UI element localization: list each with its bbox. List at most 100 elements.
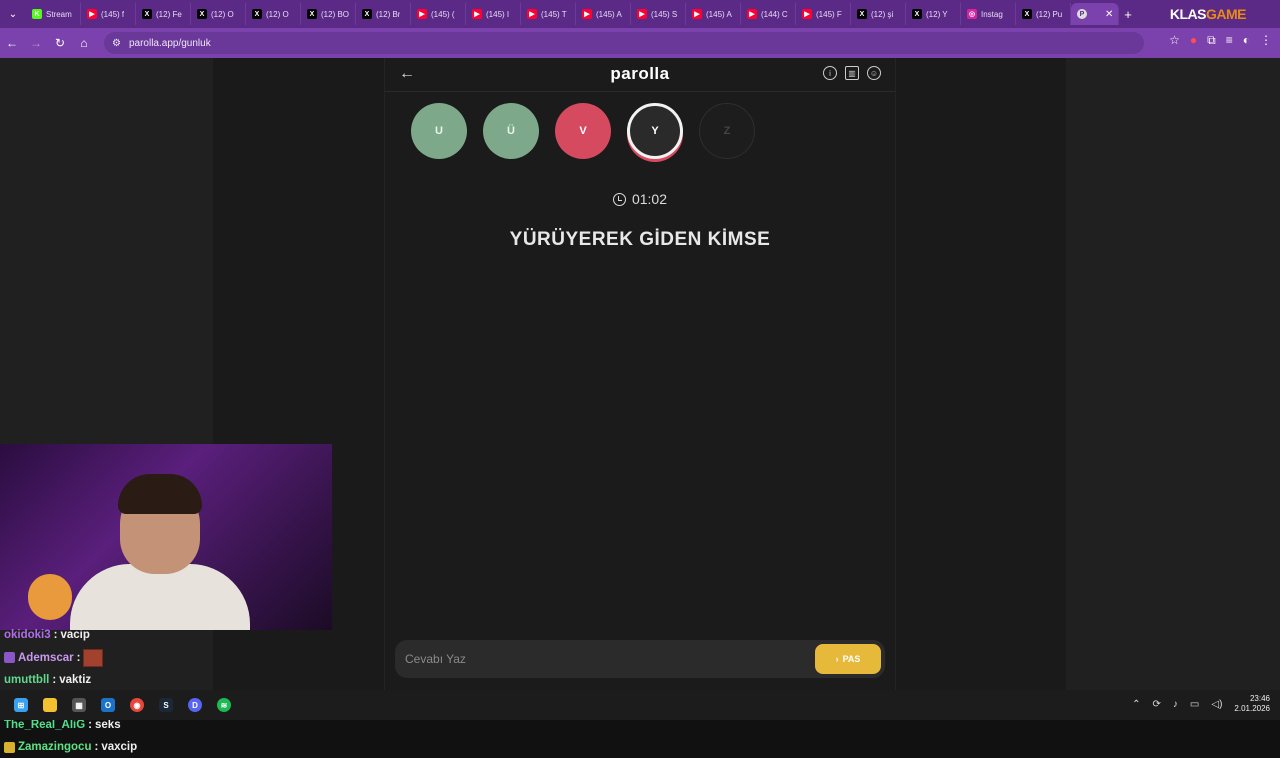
- clock-time: 23:46: [1249, 694, 1270, 703]
- tray-overflow-icon[interactable]: ⌃: [1132, 699, 1140, 710]
- letter-correct: U: [411, 103, 467, 159]
- browser-tab[interactable]: ▶ (145) F: [796, 3, 851, 25]
- answer-input[interactable]: [405, 649, 785, 669]
- extension-icon[interactable]: ●: [1190, 33, 1197, 48]
- browser-tab[interactable]: ▶ (145) f: [81, 3, 136, 25]
- tab-favicon-icon: X: [1022, 9, 1032, 19]
- clock-icon: [612, 192, 626, 206]
- tab-favicon-icon: X: [197, 9, 207, 19]
- extensions-puzzle-icon[interactable]: ⧉: [1207, 33, 1216, 48]
- browser-tab[interactable]: ▶ (145) T: [521, 3, 576, 25]
- new-tab-button[interactable]: +: [1119, 7, 1137, 22]
- browser-tab-strip: ⌄ K Stream ▶ (145) f X (12) Fe X (12) O X (12) OX…: [0, 0, 1280, 28]
- browser-tab[interactable]: ▶ (145) I: [466, 3, 521, 25]
- sync-icon[interactable]: ⟳: [1153, 699, 1161, 710]
- file-explorer-icon[interactable]: [43, 698, 57, 712]
- chat-emote-icon: [83, 648, 104, 667]
- question-text: YÜRÜYEREK GİDEN KİMSE: [509, 229, 771, 250]
- back-icon[interactable]: ←: [0, 36, 24, 50]
- chat-username: Ademscar: [18, 651, 74, 664]
- site-info-icon[interactable]: ⚙: [112, 38, 121, 49]
- browser-tab[interactable]: X (12) O: [246, 3, 301, 25]
- letter-wrong: V: [555, 103, 611, 159]
- reload-icon[interactable]: ↻: [48, 36, 72, 50]
- browser-toolbar: ← → ↻ ⌂ ⚙ parolla.app/gunluk ☆ ● ⧉ ≡ ◐ ⋮: [0, 28, 1280, 58]
- browser-tab[interactable]: K Stream: [26, 3, 81, 25]
- browser-tab[interactable]: X (12) Fe: [136, 3, 191, 25]
- tab-favicon-icon: ▶: [747, 9, 757, 19]
- pass-button[interactable]: › PAS: [815, 644, 881, 674]
- steam-icon[interactable]: S: [159, 698, 173, 712]
- chat-message: umuttbll : vaktiz: [0, 669, 213, 691]
- browser-tab[interactable]: ▶ (145) S: [631, 3, 686, 25]
- answer-bar: › PAS: [395, 640, 885, 678]
- chrome-icon[interactable]: ◉: [130, 698, 144, 712]
- spotify-icon[interactable]: ≋: [217, 698, 231, 712]
- discord-icon[interactable]: D: [188, 698, 202, 712]
- chat-separator: :: [94, 741, 99, 754]
- outlook-icon[interactable]: O: [101, 698, 115, 712]
- letter-wheel: UÜVYZ: [411, 103, 755, 159]
- browser-tab[interactable]: X (12) şi: [851, 3, 906, 25]
- address-bar[interactable]: ⚙ parolla.app/gunluk: [104, 32, 1144, 54]
- tab-label: (12) şi: [871, 9, 894, 19]
- browser-tab[interactable]: ▶ (145) A: [576, 3, 631, 25]
- tab-label: Instag: [981, 9, 1003, 19]
- volume-icon[interactable]: ◁): [1211, 699, 1222, 710]
- plush-toy: [28, 574, 72, 620]
- browser-tab[interactable]: ◎ Instag: [961, 3, 1016, 25]
- browser-tab[interactable]: ▶ (145) (: [411, 3, 466, 25]
- tab-favicon-icon: ▶: [472, 9, 482, 19]
- tab-label: (145) T: [541, 9, 567, 19]
- tab-favicon-icon: ▶: [582, 9, 592, 19]
- browser-menu-icon[interactable]: ⋮: [1260, 33, 1272, 48]
- tab-label: (12) Pu: [1036, 9, 1063, 19]
- media-control-icon[interactable]: ≡: [1226, 33, 1233, 48]
- home-icon[interactable]: ⌂: [72, 36, 96, 50]
- display-icon[interactable]: ▭: [1190, 699, 1199, 710]
- tab-label: (145) S: [651, 9, 678, 19]
- browser-tab[interactable]: ▶ (145) A: [686, 3, 741, 25]
- tab-favicon-icon: ◎: [967, 9, 977, 19]
- chevron-right-icon: ›: [835, 654, 839, 664]
- tab-label: (12) O: [266, 9, 289, 19]
- tab-search-icon[interactable]: ⌄: [0, 0, 26, 28]
- system-clock[interactable]: 23:46 2.01.2026: [1234, 694, 1270, 714]
- chat-text: vaktiz: [59, 673, 92, 686]
- letter-pending: Z: [699, 103, 755, 159]
- browser-tab[interactable]: X (12) BO: [301, 3, 356, 25]
- tab-label: (12) O: [211, 9, 234, 19]
- tab-label: Stream: [46, 9, 72, 19]
- mic-icon[interactable]: ♪: [1173, 699, 1178, 710]
- browser-tab[interactable]: X (12) Y: [906, 3, 961, 25]
- chat-text: vacip: [60, 629, 90, 642]
- browser-tab[interactable]: X (12) O: [191, 3, 246, 25]
- browser-tab[interactable]: X (12) Br: [356, 3, 411, 25]
- browser-tab[interactable]: X (12) Pu: [1016, 3, 1071, 25]
- chat-badge-icon: [4, 741, 15, 753]
- active-tab[interactable]: P ✕: [1071, 3, 1119, 25]
- browser-tab[interactable]: ▶ (144) C: [741, 3, 796, 25]
- info-icon[interactable]: i: [823, 66, 837, 80]
- tab-favicon-icon: ▶: [87, 9, 97, 19]
- chat-separator: :: [52, 673, 57, 686]
- bookmark-star-icon[interactable]: ☆: [1169, 33, 1180, 48]
- letter-active: Y: [627, 103, 683, 159]
- stats-icon[interactable]: ▥: [845, 66, 859, 80]
- tab-close-icon[interactable]: ✕: [1105, 9, 1113, 20]
- chat-username: okidoki3: [4, 629, 51, 642]
- timer: 01:02: [385, 191, 895, 207]
- chat-message: Ademscar :: [0, 646, 213, 668]
- windows-start-icon[interactable]: ⊞: [14, 698, 28, 712]
- url-text: parolla.app/gunluk: [128, 37, 211, 49]
- stream-overlay-logo: KLASGAME: [1169, 6, 1247, 22]
- profile-icon[interactable]: ☺: [867, 66, 881, 80]
- tab-label: (145) f: [101, 9, 125, 19]
- tab-label: (12) Fe: [156, 9, 182, 19]
- tab-label: (144) C: [761, 9, 788, 19]
- forward-icon[interactable]: →: [24, 36, 48, 50]
- profile-avatar[interactable]: ◐: [1243, 33, 1250, 48]
- parolla-favicon-icon: P: [1077, 9, 1087, 19]
- tab-favicon-icon: ▶: [802, 9, 812, 19]
- store-icon[interactable]: ▦: [72, 698, 86, 712]
